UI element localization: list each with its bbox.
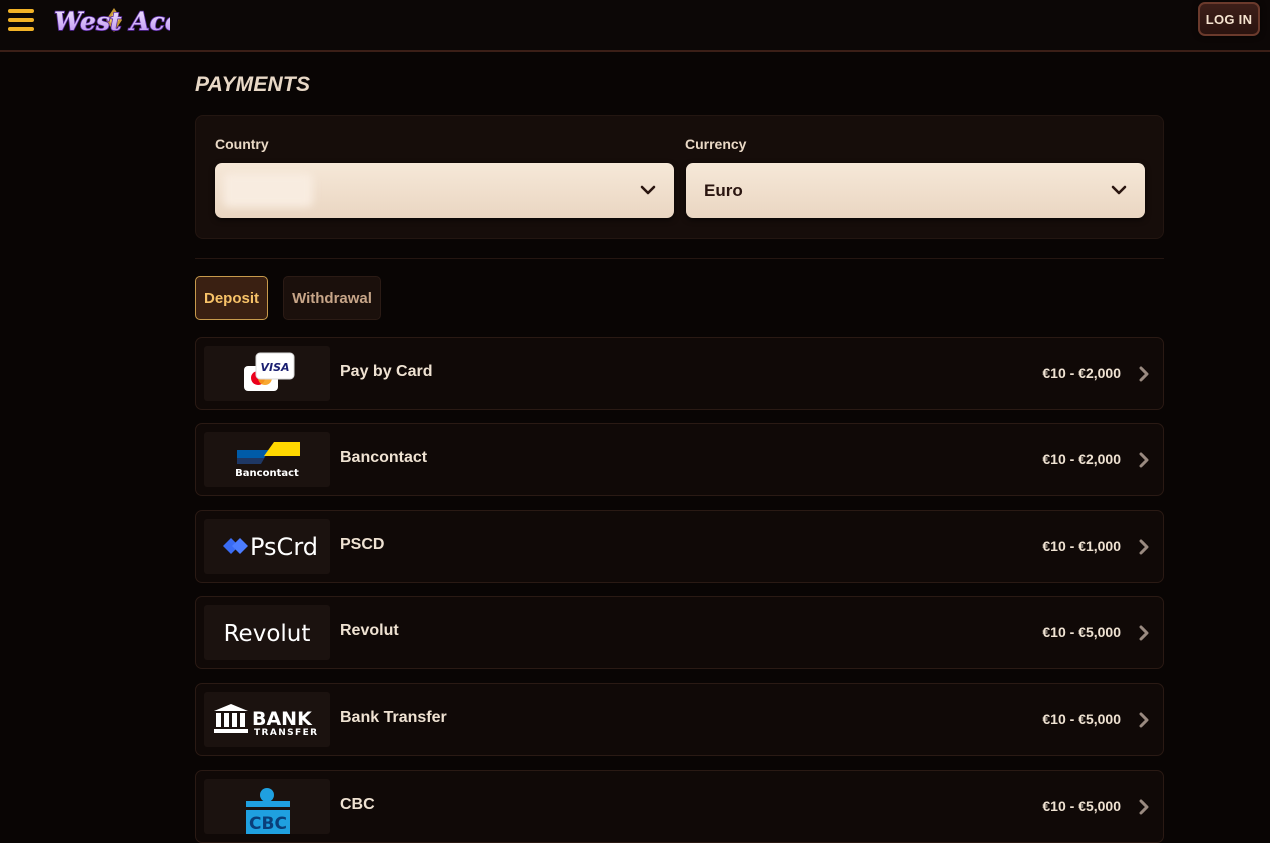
payment-method-bancontact[interactable]: Bancontact Bancontact €10 - €2,000 [195, 423, 1164, 496]
currency-value: Euro [704, 181, 743, 200]
country-label: Country [215, 136, 269, 152]
payment-method-card[interactable]: VISA Pay by Card €10 - €2,000 [195, 337, 1164, 410]
svg-text:Revolut: Revolut [224, 621, 311, 647]
country-value-redacted [223, 173, 313, 207]
bank-transfer-logo: BANK TRANSFER [204, 692, 330, 747]
method-name: CBC [340, 796, 375, 813]
method-range: €10 - €5,000 [1042, 798, 1121, 814]
chevron-right-icon [1139, 366, 1149, 382]
currency-label: Currency [685, 136, 747, 152]
menu-icon[interactable] [8, 7, 34, 33]
revolut-logo: Revolut [204, 605, 330, 660]
chevron-right-icon [1139, 712, 1149, 728]
svg-text:Bancontact: Bancontact [235, 468, 299, 479]
svg-text:PsCrd: PsCrd [250, 533, 318, 561]
card-logo: VISA [204, 346, 330, 401]
chevron-down-icon [1111, 185, 1127, 195]
tab-withdrawal[interactable]: Withdrawal [283, 276, 381, 320]
chevron-right-icon [1139, 452, 1149, 468]
method-range: €10 - €1,000 [1042, 538, 1121, 554]
currency-select[interactable]: Euro [686, 163, 1145, 218]
method-range: €10 - €2,000 [1042, 365, 1121, 381]
method-name: Bancontact [340, 449, 428, 466]
svg-text:West Ace: West Ace [54, 7, 170, 36]
chevron-right-icon [1139, 799, 1149, 815]
divider [195, 258, 1164, 259]
filters-panel: Country Currency Euro [195, 115, 1164, 239]
payment-method-bank-transfer[interactable]: BANK TRANSFER Bank Transfer €10 - €5,000 [195, 683, 1164, 756]
method-name: Revolut [340, 622, 399, 639]
chevron-right-icon [1139, 625, 1149, 641]
method-name: PSCD [340, 536, 385, 553]
svg-text:BANK: BANK [252, 708, 313, 730]
chevron-right-icon [1139, 539, 1149, 555]
cbc-logo: CBC [204, 779, 330, 834]
country-select[interactable] [215, 163, 674, 218]
payment-method-pscd[interactable]: PsCrd PSCD €10 - €1,000 [195, 510, 1164, 583]
svg-text:CBC: CBC [249, 814, 287, 834]
method-range: €10 - €2,000 [1042, 451, 1121, 467]
bancontact-logo: Bancontact [204, 432, 330, 487]
payment-method-revolut[interactable]: Revolut Revolut €10 - €5,000 [195, 596, 1164, 669]
method-name: Bank Transfer [340, 709, 447, 726]
pscrd-logo: PsCrd [204, 519, 330, 574]
page-title: PAYMENTS [195, 73, 311, 96]
payment-method-cbc[interactable]: CBC CBC €10 - €5,000 [195, 770, 1164, 843]
method-range: €10 - €5,000 [1042, 624, 1121, 640]
login-button[interactable]: LOG IN [1198, 2, 1260, 36]
method-name: Pay by Card [340, 363, 433, 380]
tab-deposit[interactable]: Deposit [195, 276, 268, 320]
method-range: €10 - €5,000 [1042, 711, 1121, 727]
westace-logo[interactable]: West Ace [52, 2, 170, 42]
svg-text:VISA: VISA [260, 361, 289, 374]
svg-text:TRANSFER: TRANSFER [254, 728, 318, 738]
chevron-down-icon [640, 185, 656, 195]
top-bar: West Ace LOG IN [0, 0, 1270, 52]
